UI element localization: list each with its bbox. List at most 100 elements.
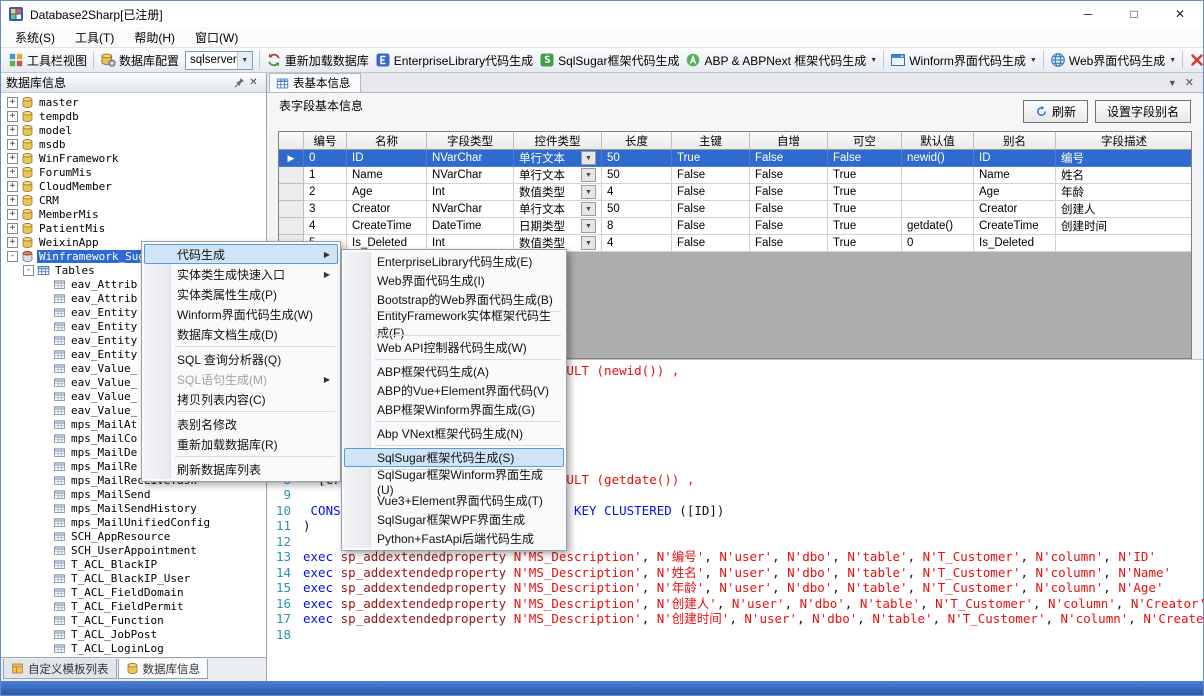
grid-header-desc[interactable]: 字段描述 [1056,132,1192,150]
cell-nullable[interactable]: True [828,218,902,235]
set-field-alias-button[interactable]: 设置字段别名 [1095,100,1191,123]
cell-nullable[interactable]: True [828,184,902,201]
tree-item[interactable]: SCH_AppResource [1,529,266,543]
table-row[interactable]: 3CreatorNVarChar单行文本▼50FalseFalseTrueCre… [279,201,1191,218]
maximize-button[interactable]: □ [1111,1,1157,27]
cell-pk[interactable]: False [672,184,750,201]
cell-default[interactable]: 0 [902,235,974,252]
expand-icon[interactable]: + [7,111,18,122]
toolbar-button-sqlsugar-codegen[interactable]: SqlSugar框架代码生成 [536,50,682,71]
menu-item[interactable]: 实体类生成快速入口▶ [144,264,338,284]
table-row[interactable]: 2AgeInt数值类型▼4FalseFalseTrueAge年龄 [279,184,1191,201]
cell-desc[interactable]: 创建时间 [1056,218,1192,235]
table-row[interactable]: ▶0IDNVarChar单行文本▼50TrueFalseFalsenewid()… [279,150,1191,167]
tab-table-basic-info[interactable]: 表基本信息 [269,73,361,92]
grid-header-len[interactable]: 长度 [602,132,672,150]
cell-desc[interactable]: 姓名 [1056,167,1192,184]
chevron-down-icon[interactable]: ▼ [237,52,252,69]
expand-icon[interactable]: + [7,125,18,136]
menu-item[interactable]: 拷贝列表内容(C) [144,389,338,409]
database-type-combobox[interactable]: sqlserver▼ [185,51,253,70]
menu-item[interactable]: ABP的Vue+Element界面代码(V) [344,381,564,400]
cell-autoinc[interactable]: False [750,167,828,184]
cell-desc[interactable]: 编号 [1056,150,1192,167]
cell-alias[interactable]: ID [974,150,1056,167]
menu-item[interactable]: 代码生成▶ [144,244,338,264]
cell-len[interactable]: 4 [602,235,672,252]
cell-type[interactable]: DateTime [427,218,514,235]
expand-icon[interactable]: + [7,97,18,108]
cell-default[interactable] [902,184,974,201]
menu-item[interactable]: 重新加载数据库(R) [144,434,338,454]
tree-item[interactable]: mps_MailSend [1,487,266,501]
cell-pk[interactable]: False [672,235,750,252]
menu-item[interactable]: SQL 查询分析器(Q) [144,349,338,369]
menu-item[interactable]: 表别名修改 [144,414,338,434]
cell-control[interactable]: 单行文本▼ [514,150,602,167]
menubar-item[interactable]: 帮助(H) [124,27,185,47]
pin-icon[interactable] [233,76,246,89]
row-selector[interactable]: ▶ [279,150,304,167]
row-selector[interactable] [279,167,304,184]
dropdown-icon[interactable]: ▼ [581,168,596,182]
refresh-button[interactable]: 刷新 [1023,100,1088,123]
chevron-down-icon[interactable]: ▼ [1030,57,1037,64]
collapse-icon[interactable]: - [7,251,18,262]
dropdown-icon[interactable]: ▼ [581,185,596,199]
cell-type[interactable]: NVarChar [427,167,514,184]
expand-icon[interactable]: + [7,153,18,164]
tree-item[interactable]: +MemberMis [1,207,266,221]
tree-item[interactable]: mps_MailUnifiedConfig [1,515,266,529]
cell-autoinc[interactable]: False [750,184,828,201]
expand-icon[interactable]: + [7,139,18,150]
cell-num[interactable]: 2 [304,184,347,201]
cell-num[interactable]: 1 [304,167,347,184]
menu-item[interactable]: Abp VNext框架代码生成(N) [344,424,564,443]
menu-item[interactable]: Vue3+Element界面代码生成(T) [344,491,564,510]
menubar-item[interactable]: 窗口(W) [185,27,248,47]
menu-item[interactable]: ABP框架Winform界面生成(G) [344,400,564,419]
tree-item[interactable]: T_ACL_FieldDomain [1,585,266,599]
tree-item[interactable]: +tempdb [1,109,266,123]
tree-item[interactable]: T_ACL_Function [1,613,266,627]
cell-autoinc[interactable]: False [750,201,828,218]
menu-item[interactable]: SQL语句生成(M)▶ [144,369,338,389]
menu-item[interactable]: SqlSugar框架WPF界面生成 [344,510,564,529]
menu-item[interactable]: EnterpriseLibrary代码生成(E) [344,252,564,271]
toolbar-button-reload-database[interactable]: 重新加载数据库 [263,50,372,71]
cell-default[interactable] [902,201,974,218]
cell-autoinc[interactable]: False [750,218,828,235]
cell-pk[interactable]: False [672,218,750,235]
toolbar-button-exit[interactable]: 退出 [1186,50,1203,71]
dropdown-icon[interactable]: ▼ [581,236,596,250]
cell-name[interactable]: CreateTime [347,218,427,235]
chevron-down-icon[interactable]: ▼ [870,57,877,64]
tree-item[interactable]: T_ACL_FieldPermit [1,599,266,613]
tree-item[interactable]: +ForumMis [1,165,266,179]
cell-default[interactable] [902,167,974,184]
menu-item[interactable]: 实体类属性生成(P) [144,284,338,304]
cell-control[interactable]: 日期类型▼ [514,218,602,235]
cell-name[interactable]: Name [347,167,427,184]
cell-control[interactable]: 单行文本▼ [514,201,602,218]
tree-item[interactable]: T_ACL_LoginLog [1,641,266,655]
menubar-item[interactable]: 工具(T) [65,27,124,47]
cell-desc[interactable]: 创建人 [1056,201,1192,218]
cell-name[interactable]: Creator [347,201,427,218]
cell-nullable[interactable]: False [828,150,902,167]
cell-alias[interactable]: Is_Deleted [974,235,1056,252]
cell-type[interactable]: NVarChar [427,201,514,218]
tab-list-dropdown-icon[interactable]: ▼ [1168,78,1177,88]
row-selector[interactable] [279,201,304,218]
cell-default[interactable]: newid() [902,150,974,167]
panel-close-icon[interactable]: ✕ [246,75,261,90]
cell-alias[interactable]: Creator [974,201,1056,218]
cell-control[interactable]: 数值类型▼ [514,184,602,201]
toolbar-button-db-config[interactable]: 数据库配置 [97,50,182,71]
cell-pk[interactable]: False [672,167,750,184]
toolbar-button-toolbar-view[interactable]: 工具栏视图 [5,50,90,71]
cell-alias[interactable]: Name [974,167,1056,184]
grid-header-autoinc[interactable]: 自增 [750,132,828,150]
cell-num[interactable]: 3 [304,201,347,218]
grid-header-name[interactable]: 名称 [347,132,427,150]
